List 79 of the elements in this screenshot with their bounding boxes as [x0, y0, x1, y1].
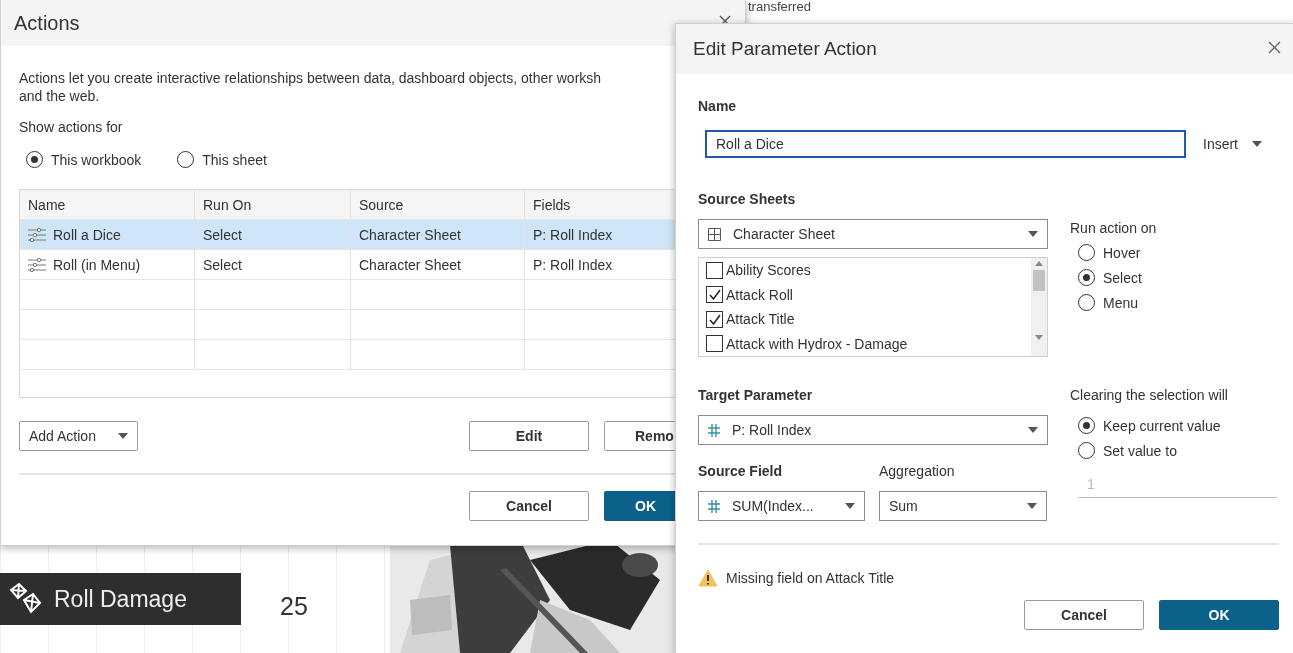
- section-label: Show actions for: [19, 119, 123, 135]
- down-arrow-icon[interactable]: [1035, 335, 1043, 340]
- checkbox[interactable]: [706, 335, 723, 353]
- number-sign-icon: [708, 423, 720, 437]
- section-label: Clearing the selection will: [1070, 387, 1229, 403]
- caret-icon: [845, 503, 855, 509]
- dialog-title: Edit Parameter Action: [693, 38, 877, 60]
- close-icon: [1268, 41, 1281, 54]
- table-cell: Select: [203, 226, 242, 243]
- table-cell: P: Roll Index: [533, 256, 613, 273]
- name-field[interactable]: Roll a Dice: [705, 130, 1186, 158]
- field-label: Source Field: [698, 463, 784, 479]
- radio-button[interactable]: [1078, 294, 1095, 311]
- edit-button[interactable]: Edit: [469, 421, 589, 451]
- table-cell: Character Sheet: [359, 256, 461, 273]
- checkbox-label: Attack Title: [726, 311, 795, 328]
- aggregation-dropdown[interactable]: Sum: [879, 491, 1047, 521]
- section-label: Run action on: [1070, 220, 1158, 236]
- roll-damage-button[interactable]: Roll Damage: [0, 573, 241, 625]
- ok-button[interactable]: OK: [1159, 600, 1279, 630]
- checkbox-label: Attack with Hydrox - Damage: [726, 335, 908, 352]
- add-action-dropdown[interactable]: Add Action: [19, 421, 138, 451]
- warning-text: Missing field on Attack Title: [726, 570, 895, 586]
- checkbox-label: Ability Scores: [726, 262, 811, 279]
- caret-icon: [1252, 141, 1262, 147]
- sliders-icon: [28, 227, 46, 242]
- table-cell: Roll (in Menu): [53, 256, 141, 273]
- column-header[interactable]: Run On: [195, 190, 351, 219]
- radio-button[interactable]: [1078, 269, 1095, 286]
- radio-label: This workbook: [51, 151, 142, 168]
- radio-label: Set value to: [1103, 442, 1177, 459]
- field-label: Target Parameter: [698, 387, 814, 403]
- table-cell: P: Roll Index: [533, 226, 613, 243]
- source-field-dropdown[interactable]: SUM(Index...: [698, 491, 865, 521]
- background-text: transferred: [748, 0, 811, 14]
- value-text: 25: [280, 592, 308, 621]
- radio-button[interactable]: [177, 151, 195, 168]
- cancel-button[interactable]: Cancel: [1024, 600, 1144, 630]
- value-field[interactable]: 1: [1078, 470, 1277, 498]
- caret-icon: [1028, 427, 1038, 433]
- number-sign-icon: [708, 499, 720, 513]
- radio-button[interactable]: [1078, 442, 1095, 459]
- radio-label: Hover: [1103, 244, 1141, 261]
- column-header[interactable]: Source: [351, 190, 525, 219]
- dialog-title: Actions: [14, 11, 80, 35]
- radio-button[interactable]: [1078, 417, 1095, 434]
- column-header[interactable]: Name: [20, 190, 195, 219]
- checkbox-label: Attack Roll: [726, 286, 793, 303]
- parameter-dropdown[interactable]: P: Roll Index: [698, 415, 1048, 445]
- field-label: Name: [698, 98, 737, 114]
- checkmark-icon: [708, 289, 721, 301]
- description-text: Actions let you create interactive relationships between data, dashboard objects, other worksh and the web.: [19, 69, 603, 105]
- checkbox[interactable]: [706, 310, 723, 328]
- up-arrow-icon[interactable]: [1035, 261, 1043, 266]
- caret-icon: [118, 433, 128, 439]
- checkmark-icon: [708, 313, 721, 325]
- table-cell: Roll a Dice: [53, 226, 121, 243]
- checkbox[interactable]: [706, 261, 723, 279]
- table-cell: Character Sheet: [359, 226, 461, 243]
- sheet-dropdown[interactable]: Character Sheet: [698, 219, 1048, 249]
- insert-dropdown[interactable]: Insert: [1203, 136, 1262, 152]
- radio-label: This sheet: [202, 151, 267, 168]
- radio-button[interactable]: [26, 151, 43, 168]
- radio-label: Menu: [1103, 294, 1139, 311]
- cancel-button[interactable]: Cancel: [469, 491, 589, 521]
- radio-button[interactable]: [1078, 244, 1095, 261]
- scrollbar-thumb[interactable]: [1033, 270, 1045, 291]
- dice-icon: [8, 582, 42, 616]
- warning-icon: [698, 569, 718, 587]
- checkbox[interactable]: [706, 286, 723, 304]
- radio-label: Keep current value: [1103, 417, 1221, 434]
- table-grid-icon: [708, 227, 721, 241]
- caret-icon: [1028, 231, 1038, 237]
- scrollbar[interactable]: [1031, 258, 1047, 356]
- field-label: Aggregation: [879, 463, 956, 479]
- caret-icon: [1027, 503, 1037, 509]
- radio-label: Select: [1103, 269, 1142, 286]
- sliders-icon: [28, 257, 46, 272]
- table-cell: Select: [203, 256, 242, 273]
